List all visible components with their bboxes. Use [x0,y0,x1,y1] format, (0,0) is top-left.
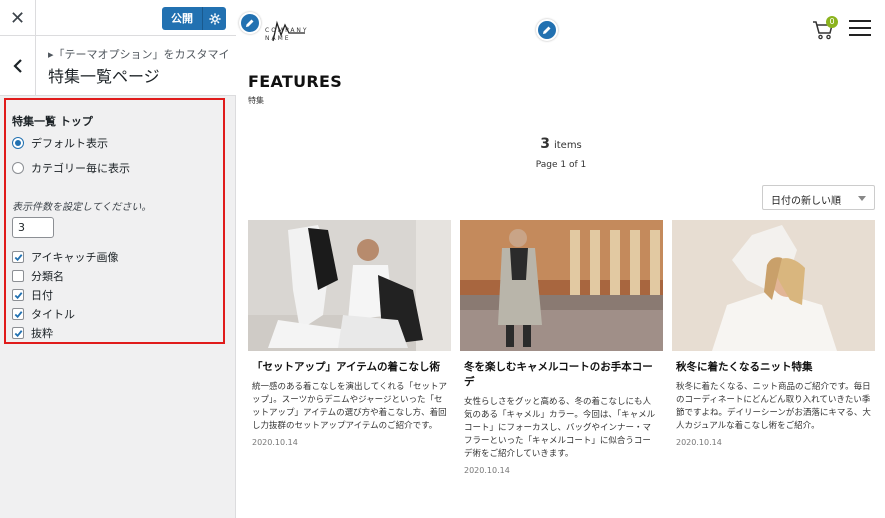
checkbox-category[interactable]: 分類名 [12,268,64,284]
checkbox-excerpt[interactable]: 抜粋 [12,325,53,341]
radio-label: デフォルト表示 [31,137,108,150]
feature-card[interactable]: 冬を楽しむキャメルコートのお手本コーデ 女性らしさをグッと高める、冬の着こなしに… [460,220,663,475]
radio-button[interactable] [12,162,24,174]
publish-button[interactable]: 公開 [162,7,202,30]
checkbox-date[interactable]: 日付 [12,287,53,303]
cart-count-badge: 0 [826,16,838,28]
publish-settings-gear-icon[interactable] [202,7,226,30]
checkmark-icon [14,311,23,319]
page-title: FEATURES [248,72,343,91]
checkbox[interactable] [12,289,24,301]
pagination-text: Page 1 of 1 [535,160,587,170]
count-label: 表示件数を設定してください。 [12,202,152,213]
logo-text-line2: NAME [265,35,291,42]
checkbox[interactable] [12,251,24,263]
feature-date: 2020.10.14 [252,438,298,447]
close-customizer-button[interactable]: ✕ [0,0,36,36]
checkbox[interactable] [12,308,24,320]
feature-thumbnail-setup[interactable] [248,220,451,351]
checkbox-label: 日付 [31,289,53,302]
checkbox-title[interactable]: タイトル [12,306,75,322]
radio-category-display[interactable]: カテゴリー毎に表示 [12,160,130,176]
checkbox-label: 分類名 [31,270,64,283]
hamburger-menu-icon[interactable] [849,20,871,36]
checkmark-icon [14,330,23,338]
feature-excerpt: 秋冬に着たくなる、ニット商品のご紹介です。毎日のコーディネートにどんどん取り入れ… [676,382,871,431]
items-count-number: 3 [540,136,550,152]
checkbox-label: アイキャッチ画像 [31,251,119,264]
feature-card[interactable]: 「セットアップ」アイテムの着こなし術 統一感のある着こなしを演出してくれる「セッ… [248,220,451,447]
chevron-left-icon [12,58,22,73]
control-title: 特集一覧 トップ [12,115,93,128]
customizer-header: ✕ 公開 [0,0,236,36]
items-count: 3 items [237,136,885,152]
count-input[interactable]: 3 [12,217,54,238]
breadcrumb: ▸「テーマオプション」をカスタマイ... [48,48,230,61]
checkbox-eyecatch[interactable]: アイキャッチ画像 [12,249,118,265]
back-button[interactable] [0,36,36,95]
control-group-highlight: 特集一覧 トップ デフォルト表示 カテゴリー毎に表示 表示件数を設定してください… [4,98,225,344]
radio-label: カテゴリー毎に表示 [31,162,130,175]
feature-card[interactable]: 秋冬に着たくなるニット特集 秋冬に着たくなる、ニット商品のご紹介です。毎日のコー… [672,220,875,447]
checkbox[interactable] [12,327,24,339]
section-title: 特集一覧ページ [48,67,160,86]
checkbox-label: 抜粋 [31,327,53,340]
feature-thumbnail-knit[interactable] [672,220,875,351]
logo-text-line1: COMPANY [265,27,309,34]
checkbox[interactable] [12,270,24,282]
checkmark-icon [14,254,23,262]
feature-excerpt: 統一感のある着こなしを演出してくれる「セットアップ」。スーツからデニムやジャージ… [252,382,447,431]
feature-title[interactable]: 秋冬に着たくなるニット特集 [672,360,875,375]
radio-button[interactable] [12,137,24,149]
feature-excerpt: 女性らしさをグッと高める、冬の着こなしにも人気のある「キャメル」カラー。今回は、… [464,397,656,459]
feature-title[interactable]: 「セットアップ」アイテムの着こなし術 [248,360,451,375]
sort-select[interactable]: 日付の新しい順 [762,185,875,210]
publish-group: 公開 [162,7,226,30]
sort-select-value: 日付の新しい順 [771,196,841,207]
customizer-sidebar: ✕ 公開 ▸「テーマオプション」をカスタマイ... 特集一覧ページ 特集一覧 ト… [0,0,236,518]
feature-date: 2020.10.14 [676,438,722,447]
page-subtitle: 特集 [248,96,264,105]
feature-thumbnail-camel-coat[interactable] [460,220,663,351]
company-name-logo: COMPANY NAME [265,27,309,43]
radio-default-display[interactable]: デフォルト表示 [12,135,108,151]
section-header: ▸「テーマオプション」をカスタマイ... 特集一覧ページ [0,36,236,96]
checkbox-label: タイトル [31,308,75,321]
site-preview: COMPANY NAME 0 FEATURES 特集 3 items Page 1… [237,0,885,518]
checkmark-icon [14,292,23,300]
edit-logo-pencil-icon[interactable] [239,12,261,34]
feature-title[interactable]: 冬を楽しむキャメルコートのお手本コーデ [460,360,663,390]
feature-date: 2020.10.14 [464,466,510,475]
items-count-label: items [553,140,582,151]
edit-header-pencil-icon[interactable] [536,19,558,41]
chevron-down-icon [858,196,866,201]
